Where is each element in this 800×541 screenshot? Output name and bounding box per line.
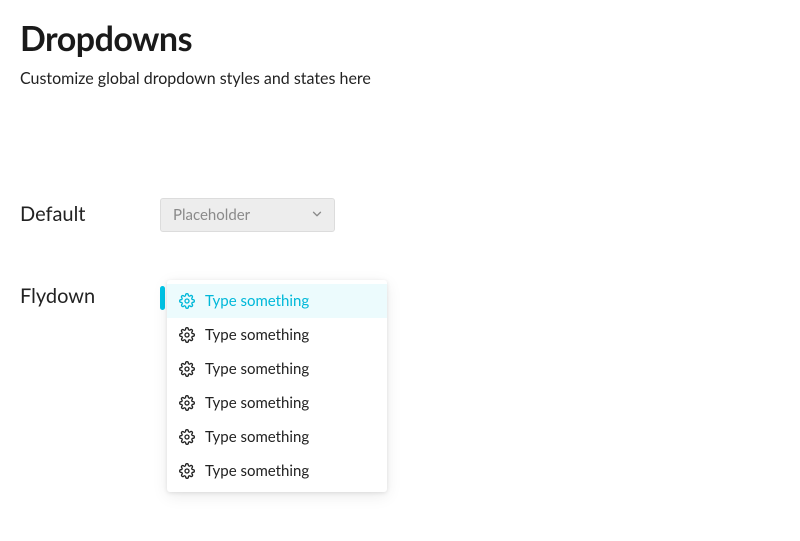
flydown-active-indicator [160, 286, 165, 310]
flydown-item-label: Type something [205, 394, 309, 412]
dropdown-default[interactable]: Placeholder [160, 198, 335, 232]
row-flydown: Flydown Type something Type something [20, 280, 780, 492]
gear-icon [179, 395, 195, 411]
gear-icon [179, 361, 195, 377]
gear-icon [179, 463, 195, 479]
flydown-item-label: Type something [205, 462, 309, 480]
flydown-item-label: Type something [205, 326, 309, 344]
flydown-item-label: Type something [205, 428, 309, 446]
page-subtitle: Customize global dropdown styles and sta… [20, 69, 780, 88]
gear-icon [179, 327, 195, 343]
row-default: Default Placeholder [20, 198, 780, 232]
flydown-item-label: Type something [205, 360, 309, 378]
gear-icon [179, 429, 195, 445]
gear-icon [179, 293, 195, 309]
label-default: Default [20, 198, 160, 226]
flydown-menu: Type something Type something Type somet… [167, 280, 387, 492]
flydown-item[interactable]: Type something [167, 284, 387, 318]
label-flydown: Flydown [20, 280, 160, 308]
flydown-item[interactable]: Type something [167, 420, 387, 454]
flydown-item-label: Type something [205, 292, 309, 310]
flydown-item[interactable]: Type something [167, 318, 387, 352]
flydown-item[interactable]: Type something [167, 454, 387, 488]
flydown-item[interactable]: Type something [167, 352, 387, 386]
chevron-down-icon [310, 206, 324, 225]
page-title: Dropdowns [20, 18, 780, 59]
dropdown-placeholder: Placeholder [173, 206, 250, 224]
flydown-menu-wrap: Type something Type something Type somet… [160, 280, 387, 492]
flydown-item[interactable]: Type something [167, 386, 387, 420]
